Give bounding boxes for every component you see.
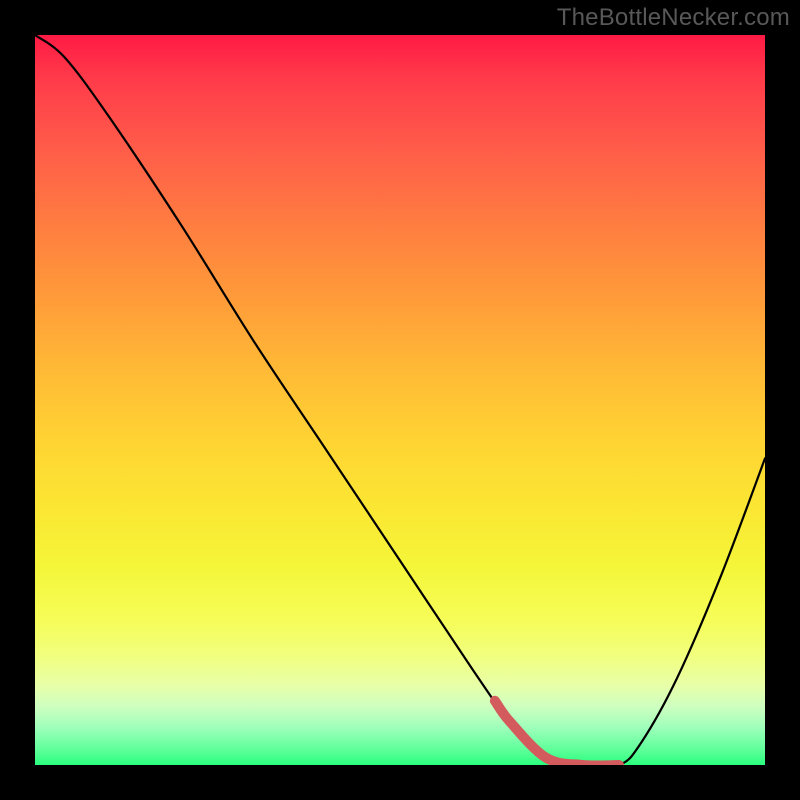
plot-area (35, 35, 765, 765)
optimal-range-highlight (495, 701, 619, 765)
chart-container: TheBottleNecker.com (0, 0, 800, 800)
watermark-text: TheBottleNecker.com (557, 4, 790, 32)
bottleneck-curve (35, 35, 765, 765)
curve-layer (35, 35, 765, 765)
